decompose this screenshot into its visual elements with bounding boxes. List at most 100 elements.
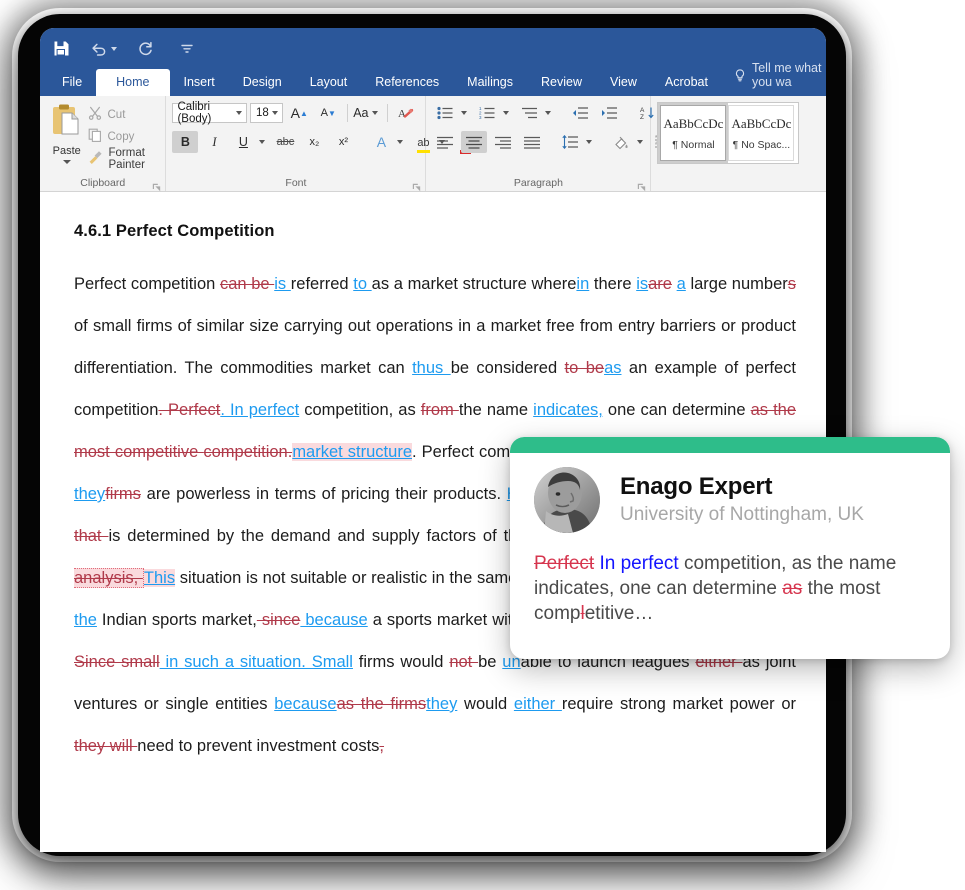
tab-file[interactable]: File [48,69,96,96]
text-run-n: be considered [450,359,565,377]
text-run-ins: a [676,275,686,293]
text-run-del: are [648,275,672,293]
tab-review[interactable]: Review [527,69,596,96]
shading-icon[interactable] [608,131,634,153]
text-run-del: s [787,275,797,293]
text-run-ins: in [576,275,590,293]
decrease-indent-icon[interactable] [567,102,593,124]
text-run-ins-hl: This [143,569,176,587]
text-run-del: , [379,737,385,755]
text-run-n: Perfect competition [74,275,220,293]
screenshot-root: File Home Insert Design Layout Reference… [0,0,965,890]
align-center-icon[interactable] [461,131,488,153]
tab-design[interactable]: Design [229,69,296,96]
cut-button[interactable]: Cut [88,105,160,124]
text-run-n: need to prevent investment costs [137,737,380,755]
text-run-ins: either [513,695,562,713]
expert-identity: Enago Expert University of Nottingham, U… [620,473,864,528]
tab-home[interactable]: Home [96,69,170,96]
clipboard-dialog-launcher-icon[interactable] [152,179,161,192]
numbering-icon[interactable]: 123 [474,102,500,124]
text-run-n: one can determine [602,401,751,419]
svg-text:Z: Z [640,114,644,120]
text-run-n: etitive… [584,603,654,624]
text-run-del: Perfect [534,553,595,574]
undo-dropdown-caret[interactable] [110,46,117,51]
style-normal[interactable]: AaBbCcDc ¶ Normal [658,103,729,163]
tab-references[interactable]: References [361,69,453,96]
shrink-font-icon[interactable]: A ▼ [315,102,341,124]
text-run-n: competition [299,401,389,419]
increase-indent-icon[interactable] [596,102,622,124]
font-size-caret[interactable] [272,111,279,115]
format-painter-label: Format Painter [108,146,145,171]
text-run-del: . Perfect [158,401,221,419]
clipboard-group-label: Clipboard [80,177,126,189]
grow-font-icon[interactable]: A ▲ [286,102,312,124]
save-icon[interactable] [40,28,82,69]
multilevel-list-icon[interactable] [516,102,542,124]
text-run-n: large number [685,275,788,293]
text-run-ins: they [426,695,458,713]
expert-portrait [534,467,600,533]
ribbon-group-styles: AaBbCcDc ¶ Normal AaBbCcDc ¶ No Spac... [651,96,826,191]
clear-formatting-icon[interactable]: A [393,102,419,124]
align-left-icon[interactable] [432,131,458,153]
tab-layout[interactable]: Layout [296,69,362,96]
italic-button[interactable]: I [201,131,227,153]
text-run-ins: is [274,275,291,293]
font-name-caret[interactable] [235,111,242,115]
title-bar [40,28,826,69]
text-run-del: that [74,527,109,545]
subscript-button[interactable]: x₂ [301,131,327,153]
tab-insert[interactable]: Insert [170,69,229,96]
text-run-del: to be [564,359,605,377]
tab-acrobat[interactable]: Acrobat [651,69,722,96]
svg-text:3: 3 [479,115,482,120]
scissors-icon [88,106,102,123]
tell-me-label: Tell me what you wa [751,61,822,89]
justify-icon[interactable] [519,131,545,153]
customize-qat-icon[interactable] [166,28,208,69]
undo-icon[interactable] [82,28,124,69]
text-effects-icon[interactable]: A [368,131,394,153]
text-run-n: there [589,275,637,293]
text-run-ins: indicates, [533,401,603,419]
text-run-del: from [420,401,459,419]
align-right-icon[interactable] [490,131,516,153]
redo-icon[interactable] [124,28,166,69]
paste-dropdown-caret[interactable] [62,160,71,164]
text-run-n: would [457,695,514,713]
text-run-n: , as [388,401,421,419]
line-spacing-icon[interactable] [557,131,583,153]
font-name-input[interactable]: Calibri (Body) [172,101,247,125]
superscript-button[interactable]: x² [330,131,356,153]
format-painter-button[interactable]: Format Painter [88,146,160,171]
font-dialog-launcher-icon[interactable] [412,179,421,192]
tab-mailings[interactable]: Mailings [453,69,527,96]
expert-popup-card[interactable]: Enago Expert University of Nottingham, U… [510,437,950,659]
font-size-input[interactable]: 18 [249,103,284,123]
style-no-spacing[interactable]: AaBbCcDc ¶ No Spac... [728,105,795,161]
bold-button[interactable]: B [172,131,199,153]
text-run-n: Indian sports market, [96,611,257,629]
tell-me-box[interactable]: Tell me what you wa [722,55,826,96]
text-run-ins: they [74,485,106,503]
tab-view[interactable]: View [596,69,651,96]
copy-label: Copy [107,130,135,143]
text-run-ins: to [353,275,372,293]
copy-button[interactable]: Copy [88,127,160,146]
bullets-icon[interactable] [432,102,458,124]
text-run-n: are powerless in terms of pricing their … [140,485,507,503]
change-case-icon[interactable]: Aa [353,102,381,124]
text-run-ins: because [300,611,368,629]
text-run-del: since [256,611,301,629]
lightbulb-icon [734,68,746,82]
expert-affiliation: University of Nottingham, UK [620,503,864,525]
quick-access-toolbar [40,28,208,69]
text-run-ins-hl: market structure [292,443,412,461]
underline-button[interactable]: U [230,131,256,153]
strikethrough-button[interactable]: abc [272,131,298,153]
text-run-n: be [478,653,503,671]
paragraph-dialog-launcher-icon[interactable] [637,179,646,192]
